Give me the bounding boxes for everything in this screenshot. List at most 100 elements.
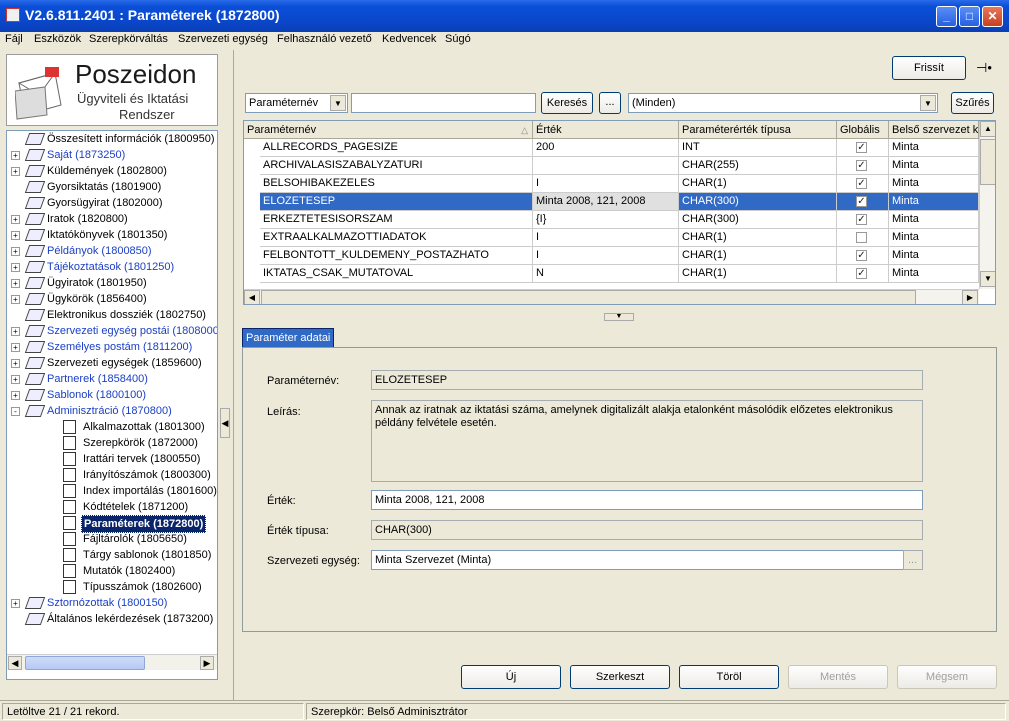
table-cell-type: CHAR(1) xyxy=(679,229,837,247)
document-icon xyxy=(63,436,76,450)
new-button[interactable]: Új xyxy=(461,665,561,689)
refresh-button[interactable]: Frissít xyxy=(892,56,966,80)
checked-checkbox-icon[interactable]: ✓ xyxy=(856,178,867,189)
folder-icon xyxy=(24,341,46,353)
expand-icon[interactable]: + xyxy=(11,231,20,240)
document-icon xyxy=(63,532,76,546)
tab-parameter-details[interactable]: Paraméter adatai xyxy=(242,328,334,348)
scroll-thumb[interactable] xyxy=(261,290,916,304)
table-cell-value xyxy=(533,157,679,175)
panel-splitter-handle[interactable]: ▼ xyxy=(604,313,634,321)
more-options-button[interactable]: ... xyxy=(599,92,621,114)
menu-user-lead[interactable]: Felhasználó vezető xyxy=(277,33,372,45)
column-header-type[interactable]: Paraméterérték típusa xyxy=(679,121,837,139)
tree-horizontal-scrollbar[interactable]: ◀ ▶ xyxy=(7,654,217,670)
expand-icon[interactable]: + xyxy=(11,359,20,368)
scroll-up-arrow-icon[interactable]: ▲ xyxy=(980,121,995,137)
expand-icon[interactable]: + xyxy=(11,151,20,160)
tree-item-label: Alkalmazottak (1801300) xyxy=(83,421,205,433)
table-row[interactable]: ARCHIVALASISZABALYZATURI CHAR(255) ✓ Minta xyxy=(244,157,979,175)
checked-checkbox-icon[interactable]: ✓ xyxy=(856,268,867,279)
document-icon xyxy=(63,484,76,498)
minimize-button[interactable]: _ xyxy=(936,6,957,27)
document-icon xyxy=(63,452,76,466)
maximize-button[interactable]: □ xyxy=(959,6,980,27)
cancel-button[interactable]: Mégsem xyxy=(897,665,997,689)
main-pane: Frissít ⊣• Paraméternév ▼ Keresés ... (M… xyxy=(233,50,1007,700)
table-cell-org: Minta xyxy=(889,157,979,175)
tree-item-label: Irányítószámok (1800300) xyxy=(83,469,211,481)
chevron-down-icon[interactable]: ▼ xyxy=(920,95,936,111)
filter-button[interactable]: Szűrés xyxy=(951,92,994,114)
column-header-name[interactable]: Paraméternév △ xyxy=(244,121,533,139)
search-field-select[interactable]: Paraméternév ▼ xyxy=(245,93,348,113)
checked-checkbox-icon[interactable]: ✓ xyxy=(856,196,867,207)
menu-help[interactable]: Súgó xyxy=(445,33,471,45)
menu-tools[interactable]: Eszközök xyxy=(34,33,81,45)
scroll-right-arrow-icon[interactable]: ▶ xyxy=(200,656,214,670)
column-header-label: Paraméternév xyxy=(247,124,317,136)
table-row[interactable]: ELOZETESEP Minta 2008, 121, 2008 CHAR(300)… xyxy=(244,193,979,211)
search-input[interactable] xyxy=(351,93,536,113)
checked-checkbox-icon[interactable]: ✓ xyxy=(856,214,867,225)
value-type-field: CHAR(300) xyxy=(371,520,923,540)
global-cell xyxy=(837,229,889,247)
table-row[interactable]: IKTATAS_CSAK_MUTATOVAL N CHAR(1) ✓ Minta xyxy=(244,265,979,283)
expand-icon[interactable]: + xyxy=(11,167,20,176)
expand-icon[interactable]: + xyxy=(11,343,20,352)
table-row[interactable]: ERKEZTETESISORSZAM {I} CHAR(300) ✓ Minta xyxy=(244,211,979,229)
org-unit-field[interactable]: Minta Szervezet (Minta) xyxy=(371,550,904,570)
org-unit-picker-button[interactable]: ... xyxy=(903,550,923,570)
save-button[interactable]: Mentés xyxy=(788,665,888,689)
scroll-left-arrow-icon[interactable]: ◀ xyxy=(244,290,260,304)
expand-icon[interactable]: + xyxy=(11,263,20,272)
expand-icon[interactable]: + xyxy=(11,391,20,400)
menu-file[interactable]: Fájl xyxy=(5,33,23,45)
grid-horizontal-scrollbar[interactable]: ◀ ▶ xyxy=(244,289,979,304)
filter-select[interactable]: (Minden) ▼ xyxy=(628,93,938,113)
delete-button[interactable]: Töröl xyxy=(679,665,779,689)
folder-icon xyxy=(24,149,46,161)
expand-icon[interactable]: + xyxy=(11,599,20,608)
table-row[interactable]: EXTRAALKALMAZOTTIADATOK I CHAR(1) Minta xyxy=(244,229,979,247)
tree-item-label: Összesített információk (1800950) xyxy=(47,133,215,145)
scroll-left-arrow-icon[interactable]: ◀ xyxy=(8,656,22,670)
menu-role-switch[interactable]: Szerepkörváltás xyxy=(89,33,168,45)
table-row[interactable]: BELSOHIBAKEZELES I CHAR(1) ✓ Minta xyxy=(244,175,979,193)
column-header-org[interactable]: Belső szervezet k xyxy=(889,121,979,139)
expand-icon[interactable]: + xyxy=(11,247,20,256)
expand-icon[interactable]: + xyxy=(11,295,20,304)
menu-org-unit[interactable]: Szervezeti egység xyxy=(178,33,268,45)
menu-favorites[interactable]: Kedvencek xyxy=(382,33,436,45)
table-cell-type: CHAR(255) xyxy=(679,157,837,175)
column-header-global[interactable]: Globális xyxy=(837,121,889,139)
scroll-down-arrow-icon[interactable]: ▼ xyxy=(980,271,995,287)
edit-button[interactable]: Szerkeszt xyxy=(570,665,670,689)
checked-checkbox-icon[interactable]: ✓ xyxy=(856,160,867,171)
expand-icon[interactable]: + xyxy=(11,327,20,336)
scroll-right-arrow-icon[interactable]: ▶ xyxy=(962,290,978,304)
grid-vertical-scrollbar[interactable]: ▲ ▼ xyxy=(979,121,995,289)
collapse-icon[interactable]: - xyxy=(11,407,20,416)
table-row[interactable]: FELBONTOTT_KULDEMENY_POSTAZHATO I CHAR(1) ✓… xyxy=(244,247,979,265)
scroll-thumb[interactable] xyxy=(25,656,145,670)
chevron-down-icon[interactable]: ▼ xyxy=(330,95,346,111)
column-header-value[interactable]: Érték xyxy=(533,121,679,139)
table-cell-org: Minta xyxy=(889,139,979,157)
pin-icon[interactable]: ⊣• xyxy=(976,60,992,76)
unchecked-checkbox-icon[interactable] xyxy=(856,232,867,243)
expand-icon[interactable]: + xyxy=(11,215,20,224)
value-field[interactable]: Minta 2008, 121, 2008 xyxy=(371,490,923,510)
table-row[interactable]: ALLRECORDS_PAGESIZE 200 INT ✓ Minta xyxy=(244,139,979,157)
folder-icon xyxy=(24,245,46,257)
expand-icon[interactable]: + xyxy=(11,375,20,384)
checked-checkbox-icon[interactable]: ✓ xyxy=(856,250,867,261)
close-button[interactable]: ✕ xyxy=(982,6,1003,27)
table-cell-name: BELSOHIBAKEZELES xyxy=(260,175,533,193)
search-button[interactable]: Keresés xyxy=(541,92,593,114)
checked-checkbox-icon[interactable]: ✓ xyxy=(856,142,867,153)
collapse-left-pane-button[interactable]: ◀ xyxy=(220,408,230,438)
table-cell-value: I xyxy=(533,175,679,193)
scroll-thumb[interactable] xyxy=(980,139,995,185)
expand-icon[interactable]: + xyxy=(11,279,20,288)
